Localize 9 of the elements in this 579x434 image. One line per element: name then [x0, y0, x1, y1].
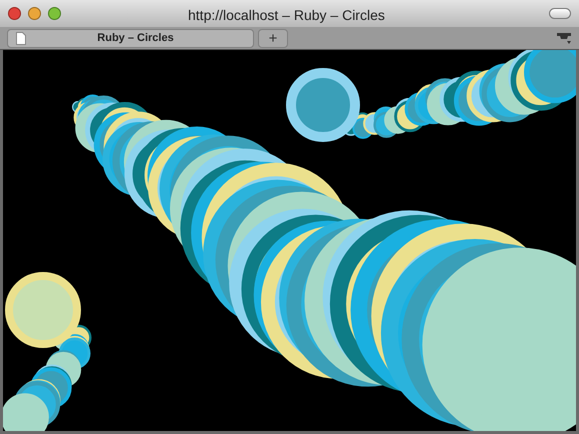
- minimize-button[interactable]: [28, 7, 41, 20]
- tab-list-icon[interactable]: [556, 32, 572, 44]
- close-button[interactable]: [8, 7, 21, 20]
- browser-tab[interactable]: Ruby – Circles: [7, 28, 254, 48]
- toolbar-toggle-button[interactable]: [549, 8, 571, 19]
- new-tab-button[interactable]: +: [258, 28, 288, 48]
- window-title: http://localhost – Ruby – Circles: [188, 6, 385, 25]
- document-icon: [16, 32, 26, 44]
- zoom-button[interactable]: [48, 7, 61, 20]
